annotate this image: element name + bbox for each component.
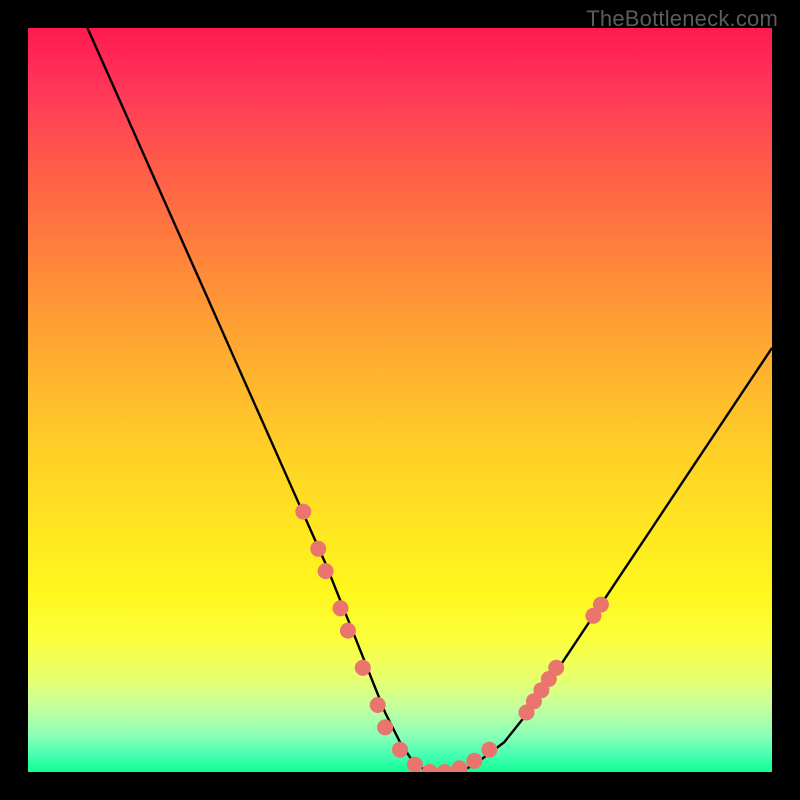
chart-frame	[0, 0, 800, 800]
watermark-text: TheBottleneck.com	[586, 6, 778, 32]
